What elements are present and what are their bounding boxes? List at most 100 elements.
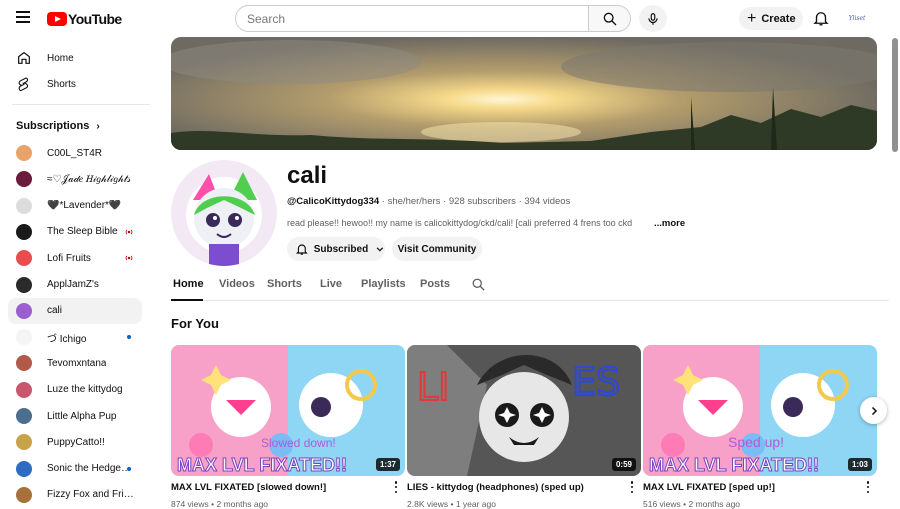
top-bar: YouTube + Create Yliset xyxy=(0,0,900,36)
channel-search-icon[interactable] xyxy=(471,277,486,292)
channel-avatar-small xyxy=(16,329,32,346)
sidebar-item-shorts[interactable]: Shorts xyxy=(8,71,142,97)
channel-avatar-small xyxy=(16,223,32,240)
sidebar-item-subscription[interactable]: ≈♡𝒥𝒶𝒹𝑒 𝐻𝒾𝑔𝒽𝓁𝒾𝑔𝒽𝓉𝓈 xyxy=(8,166,142,192)
subscriber-count: 928 subscribers xyxy=(448,196,516,207)
sidebar-item-home[interactable]: Home xyxy=(8,45,142,71)
tab-shorts[interactable]: Shorts xyxy=(267,278,302,290)
video-card[interactable]: LI ES 0:59 LIES - kittydog (headphones) … xyxy=(407,345,641,509)
sidebar-item-subscription[interactable]: Tevomxntana xyxy=(8,350,142,376)
page-scrollbar[interactable] xyxy=(892,38,898,152)
tab-home[interactable]: Home xyxy=(173,278,204,290)
new-content-dot xyxy=(127,335,131,340)
sidebar-item-subscription[interactable]: C00L_ST4R xyxy=(8,140,142,166)
sidebar-item-label: ≈♡𝒥𝒶𝒹𝑒 𝐻𝒾𝑔𝒽𝓁𝒾𝑔𝒽𝓉𝓈 xyxy=(47,173,131,185)
chevron-right-icon xyxy=(871,406,877,415)
sidebar-item-subscription[interactable]: The Sleep Bible xyxy=(8,219,142,245)
visit-community-button[interactable]: Visit Community xyxy=(392,237,482,261)
sidebar-item-subscription[interactable]: Luze the kittydog xyxy=(8,377,142,403)
youtube-logo[interactable]: YouTube xyxy=(47,11,122,27)
video-card[interactable]: Slowed down! MAX LVL FIXATED!! 1:37 MAX … xyxy=(171,345,405,509)
sidebar-item-label: づ Ichigo xyxy=(47,333,87,345)
video-thumbnail[interactable]: Sped up! MAX LVL FIXATED!! 1:03 xyxy=(643,345,877,476)
video-meta: 2.8K views • 1 year ago xyxy=(407,499,496,509)
channel-name: cali xyxy=(287,162,328,189)
channel-avatar-small xyxy=(16,486,32,503)
more-options-icon[interactable] xyxy=(627,480,637,494)
sidebar-item-subscription[interactable]: づ Ichigo xyxy=(8,324,142,350)
sidebar-item-label: Luze the kittydog xyxy=(47,384,123,396)
video-age: 2 months ago xyxy=(216,499,269,509)
banner-image xyxy=(171,37,877,150)
create-button[interactable]: + Create xyxy=(739,7,803,30)
sidebar-item-subscription[interactable]: Sonic the Hedgehog xyxy=(8,456,142,482)
video-views: 2.8K views xyxy=(407,499,449,509)
description-more-link[interactable]: ...more xyxy=(654,218,685,229)
sidebar-item-label: C00L_ST4R xyxy=(47,147,103,159)
video-duration: 1:37 xyxy=(375,458,400,471)
tab-posts[interactable]: Posts xyxy=(420,278,450,290)
more-options-icon[interactable] xyxy=(391,480,401,494)
more-options-icon[interactable] xyxy=(863,480,873,494)
tab-videos[interactable]: Videos xyxy=(219,278,255,290)
sidebar-item-subscription[interactable]: Fizzy Fox and Friends xyxy=(8,482,142,508)
video-title[interactable]: LIES - kittydog (headphones) (sped up) xyxy=(407,482,617,493)
sidebar-item-label: cali xyxy=(47,305,63,317)
video-views: 874 views xyxy=(171,499,209,509)
live-icon xyxy=(125,255,133,261)
create-label: Create xyxy=(761,12,796,25)
tab-playlists[interactable]: Playlists xyxy=(361,278,406,290)
sidebar-item-label: Little Alpha Pup xyxy=(47,410,117,422)
account-avatar[interactable]: Yliset xyxy=(846,7,868,29)
tab-live[interactable]: Live xyxy=(320,278,342,290)
sidebar-item-label: ApplJamZ's xyxy=(47,279,99,290)
sidebar-item-subscription[interactable]: Lofi Fruits xyxy=(8,245,142,271)
sidebar-item-subscription[interactable]: Little Alpha Pup xyxy=(8,403,142,429)
search-input[interactable] xyxy=(235,5,589,32)
channel-avatar-small xyxy=(16,302,32,319)
sidebar-item-subscription[interactable]: cali xyxy=(8,297,142,324)
video-views: 516 views xyxy=(643,499,681,509)
video-age: 1 year ago xyxy=(455,499,496,509)
search-icon xyxy=(603,12,616,25)
voice-search-button[interactable] xyxy=(639,5,667,32)
sidebar-item-label: PuppyCatto!! xyxy=(47,436,105,448)
sidebar-item-label: Shorts xyxy=(47,78,76,90)
sidebar-item-subscription[interactable]: 🖤*Lavender*🖤 xyxy=(8,193,142,219)
thumbnail-title: LI xyxy=(417,365,449,409)
channel-description[interactable]: read please!! hewoo!! my name is calicok… xyxy=(287,218,649,228)
sidebar-item-subscription[interactable]: ApplJamZ's xyxy=(8,272,142,298)
video-duration: 1:03 xyxy=(847,458,872,471)
sidebar-item-label: 🖤*Lavender*🖤 xyxy=(47,200,122,212)
subscriptions-heading[interactable]: Subscriptions › xyxy=(16,120,100,132)
video-duration: 0:59 xyxy=(611,458,636,471)
video-title[interactable]: MAX LVL FIXATED [slowed down!] xyxy=(171,482,381,493)
search-button[interactable] xyxy=(588,5,631,32)
video-thumbnail[interactable]: Slowed down! MAX LVL FIXATED!! 1:37 xyxy=(171,345,405,476)
video-meta: 516 views • 2 months ago xyxy=(643,499,741,509)
sidebar-item-label: The Sleep Bible xyxy=(47,226,118,238)
video-card[interactable]: Sped up! MAX LVL FIXATED!! 1:03 MAX LVL … xyxy=(643,345,877,509)
notifications-bell-icon[interactable] xyxy=(812,9,830,27)
channel-avatar-small xyxy=(16,434,32,451)
chevron-right-icon: › xyxy=(96,120,100,132)
subscribed-button[interactable]: Subscribed xyxy=(287,237,385,261)
sidebar: Home Shorts Subscriptions › C00L_ST4R ≈♡𝒥… xyxy=(0,36,152,506)
sidebar-item-subscription[interactable]: PuppyCatto!! xyxy=(8,429,142,455)
video-title[interactable]: MAX LVL FIXATED [sped up!] xyxy=(643,482,853,493)
channel-avatar-small xyxy=(16,408,32,424)
carousel-next-button[interactable] xyxy=(860,397,887,424)
channel-avatar-small xyxy=(16,250,32,267)
shorts-icon xyxy=(16,76,32,92)
menu-icon[interactable] xyxy=(16,11,30,25)
thumbnail-title: MAX LVL FIXATED!! xyxy=(177,455,347,475)
sidebar-divider xyxy=(12,104,150,105)
microphone-icon xyxy=(648,12,658,25)
new-content-dot xyxy=(127,466,131,471)
channel-handle: @CalicoKittydog334 xyxy=(287,196,380,207)
sidebar-item-label: Fizzy Fox and Friends xyxy=(47,489,135,501)
sidebar-item-label: Sonic the Hedgehog xyxy=(47,463,135,475)
sidebar-item-label: Home xyxy=(47,52,74,64)
avatar-text: Yliset xyxy=(848,14,866,22)
video-thumbnail[interactable]: LI ES 0:59 xyxy=(407,345,641,476)
